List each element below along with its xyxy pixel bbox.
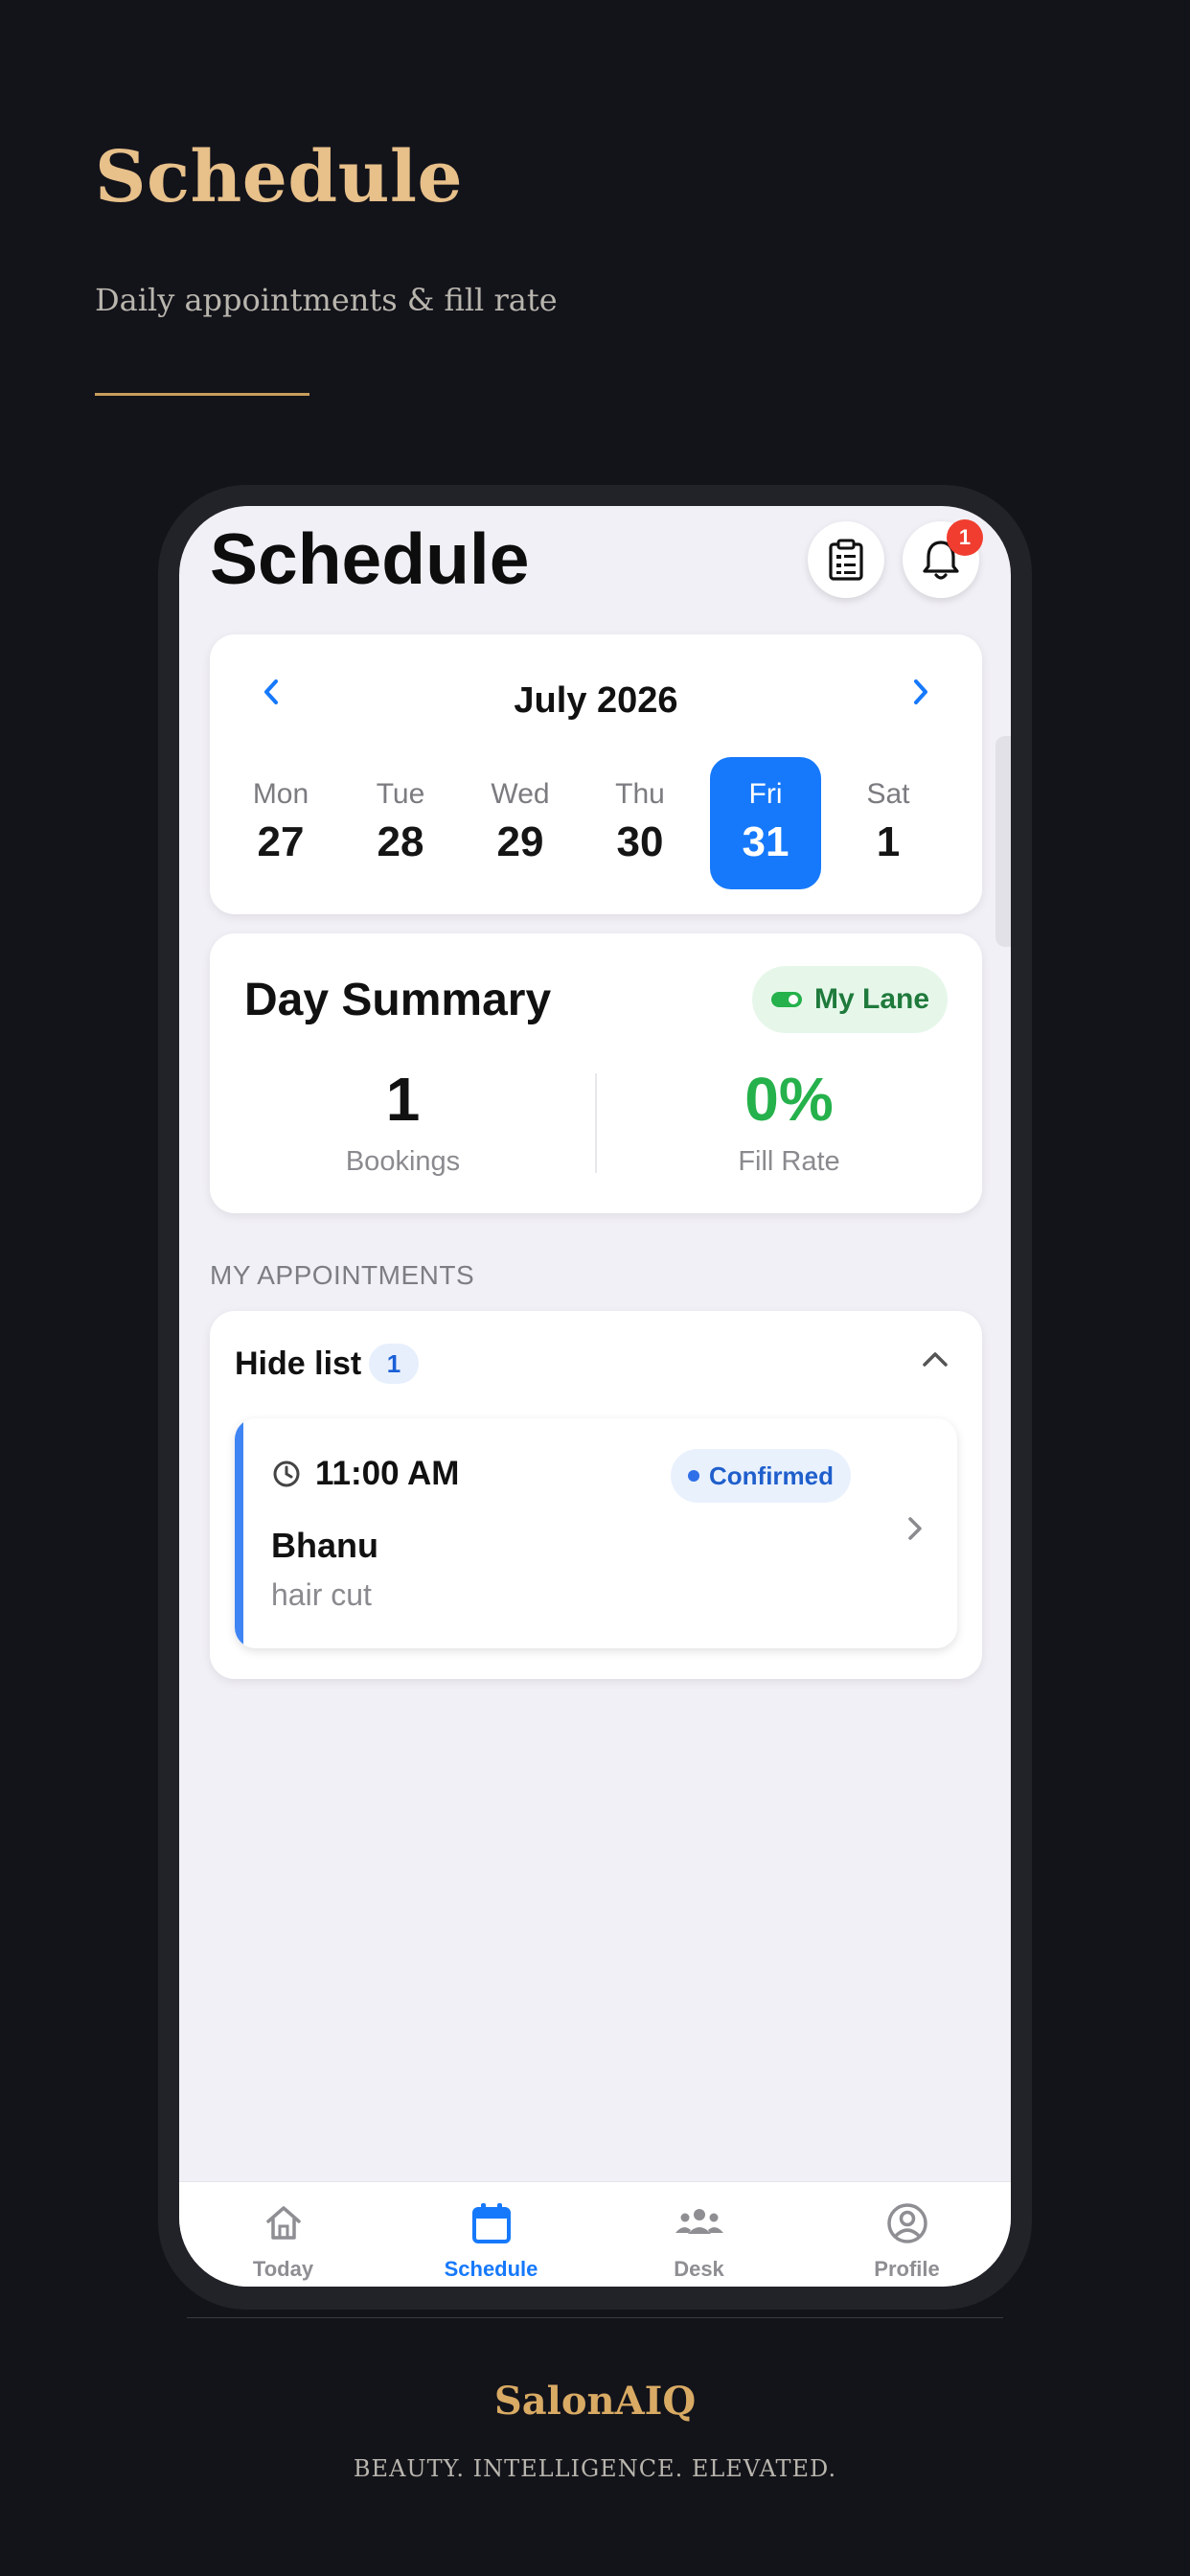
- page-subtitle: Daily appointments & fill rate: [95, 282, 558, 318]
- month-label: July 2026: [514, 680, 678, 721]
- tab-schedule[interactable]: Schedule: [387, 2182, 595, 2287]
- week-calendar: July 2026 Mon 27 Tue 28 Wed 29 Thu 30 Fr…: [210, 634, 982, 914]
- notification-badge: 1: [947, 519, 983, 556]
- calendar-icon: [471, 2203, 511, 2243]
- day-number: 27: [257, 818, 305, 865]
- clock-icon: [273, 1460, 300, 1487]
- day-fri-selected[interactable]: Fri 31: [710, 757, 821, 889]
- open-appointment-button[interactable]: [905, 1514, 925, 1548]
- day-name: Tue: [376, 778, 425, 810]
- appointment-time: 11:00 AM: [315, 1455, 460, 1492]
- tab-label: Schedule: [444, 2257, 538, 2281]
- tab-today[interactable]: Today: [179, 2182, 387, 2287]
- bookings-label: Bookings: [345, 1146, 461, 1177]
- title-divider: [95, 393, 309, 396]
- day-summary-card: Day Summary My Lane 1 Bookings 0% Fill R…: [210, 933, 982, 1213]
- my-lane-toggle[interactable]: My Lane: [752, 966, 948, 1033]
- day-name: Fri: [748, 778, 783, 810]
- brand-name: SalonAIQ: [493, 2379, 697, 2424]
- day-number: 30: [616, 818, 664, 865]
- day-number: 1: [876, 818, 901, 865]
- fill-rate-label: Fill Rate: [738, 1146, 840, 1177]
- day-number: 31: [742, 818, 790, 865]
- day-number: 28: [377, 818, 424, 865]
- profile-icon: [886, 2203, 927, 2243]
- fill-rate-stat: 0% Fill Rate: [596, 1064, 982, 1178]
- appointments-card: Hide list 1 11:00 AM Confirmed Bhanu hai…: [210, 1311, 982, 1679]
- bookings-stat: 1 Bookings: [210, 1064, 596, 1178]
- client-name: Bhanu: [271, 1526, 378, 1565]
- tab-label: Today: [252, 2257, 314, 2281]
- screen-title: Schedule: [210, 518, 530, 599]
- clipboard-button[interactable]: [808, 521, 884, 598]
- status-dot: [688, 1470, 699, 1482]
- day-name: Wed: [491, 778, 550, 810]
- day-name: Sat: [866, 778, 910, 810]
- my-lane-label: My Lane: [813, 983, 930, 1015]
- day-number: 29: [496, 818, 544, 865]
- tab-profile[interactable]: Profile: [803, 2182, 1011, 2287]
- appointment-time-row: 11:00 AM: [271, 1455, 459, 1493]
- chevron-right-icon: [908, 1517, 922, 1540]
- status-accent-bar: [235, 1418, 243, 1648]
- chevron-right-icon: [914, 679, 927, 704]
- day-mon[interactable]: Mon 27: [225, 757, 336, 889]
- appointment-count-badge: 1: [369, 1344, 419, 1384]
- day-name: Mon: [252, 778, 309, 810]
- day-sat[interactable]: Sat 1: [833, 757, 944, 889]
- side-drawer-handle[interactable]: [995, 736, 1011, 947]
- day-tue[interactable]: Tue 28: [345, 757, 456, 889]
- collapse-button[interactable]: [921, 1349, 950, 1373]
- day-thu[interactable]: Thu 30: [584, 757, 696, 889]
- page-title: Schedule: [95, 136, 464, 218]
- brand-tagline: BEAUTY. INTELLIGENCE. ELEVATED.: [353, 2455, 837, 2482]
- appointment-item[interactable]: 11:00 AM Confirmed Bhanu hair cut: [235, 1418, 957, 1648]
- home-icon: [265, 2206, 301, 2240]
- status-badge: Confirmed: [671, 1449, 851, 1503]
- service-name: hair cut: [271, 1577, 372, 1612]
- footer-divider: [187, 2317, 1003, 2318]
- notifications-button[interactable]: 1: [903, 519, 983, 598]
- day-wed[interactable]: Wed 29: [465, 757, 576, 889]
- bookings-value: 1: [385, 1065, 421, 1134]
- day-summary-title: Day Summary: [244, 975, 552, 1025]
- clipboard-icon: [829, 539, 863, 581]
- chevron-up-icon: [923, 1352, 948, 1367]
- fill-rate-value: 0%: [744, 1065, 834, 1134]
- day-name: Thu: [615, 778, 665, 810]
- hide-list-toggle[interactable]: Hide list: [235, 1346, 361, 1383]
- status-label: Confirmed: [709, 1460, 834, 1490]
- toggle-icon: [770, 992, 802, 1007]
- phone-screen: Schedule 1 July 2026 Mon 27 Tue 28 Wed 2…: [179, 506, 1011, 2287]
- tab-label: Profile: [874, 2257, 940, 2281]
- tab-desk[interactable]: Desk: [595, 2182, 803, 2287]
- section-label: MY APPOINTMENTS: [210, 1260, 475, 1290]
- team-icon: [675, 2209, 723, 2234]
- next-week-button[interactable]: [902, 673, 940, 711]
- tab-label: Desk: [674, 2257, 724, 2281]
- bottom-tab-bar: Today Schedule Desk Profile: [179, 2181, 1011, 2287]
